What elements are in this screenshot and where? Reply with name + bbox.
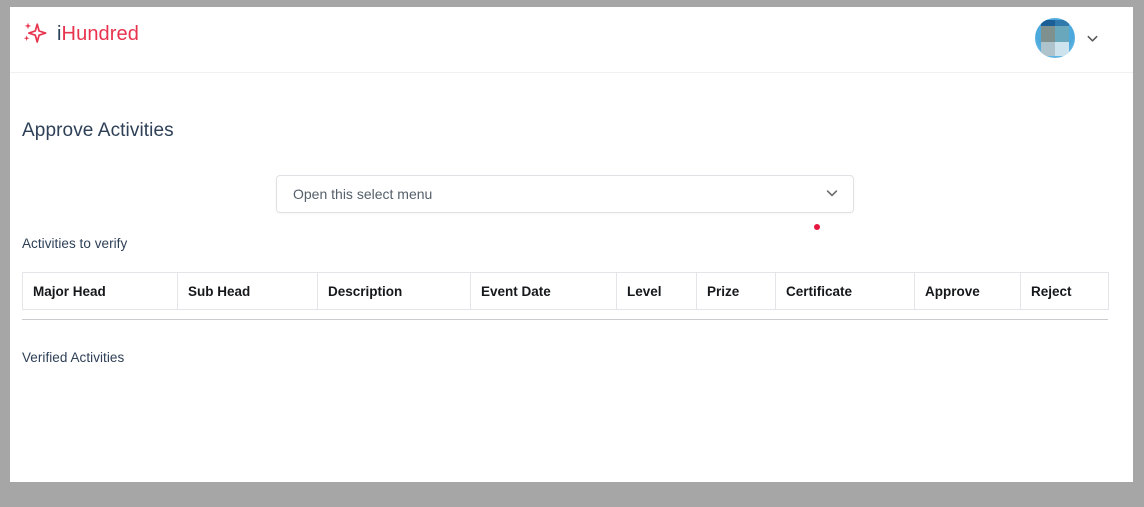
column-header-description[interactable]: Description [317, 272, 471, 310]
chevron-down-icon[interactable] [1086, 32, 1099, 45]
avatar-pixel [1041, 26, 1055, 42]
browser-frame: iHundred Approve Activities Open this se… [0, 0, 1144, 507]
avatar-image [1041, 20, 1069, 56]
brand-title-suffix: Hundred [61, 23, 139, 45]
column-header-sub-head[interactable]: Sub Head [177, 272, 318, 310]
avatar-circle [1035, 18, 1075, 58]
brand-logo-link[interactable]: iHundred [22, 21, 139, 47]
brand-title: iHundred [57, 24, 139, 44]
column-header-level[interactable]: Level [616, 272, 697, 310]
section-divider [22, 319, 1108, 320]
top-navbar: iHundred [10, 7, 1133, 73]
column-header-prize[interactable]: Prize [696, 272, 776, 310]
avatar-pixel [1041, 42, 1055, 56]
column-header-reject[interactable]: Reject [1020, 272, 1109, 310]
column-header-major-head[interactable]: Major Head [22, 272, 178, 310]
activities-table-wrapper: Major Head Sub Head Description Event Da… [22, 272, 1109, 310]
account-menu-trigger[interactable] [1035, 18, 1099, 58]
table-header-row: Major Head Sub Head Description Event Da… [22, 272, 1109, 310]
red-dot-indicator [814, 224, 820, 230]
chevron-down-icon [825, 186, 839, 203]
avatar-pixel [1055, 26, 1069, 42]
activities-table: Major Head Sub Head Description Event Da… [22, 272, 1109, 310]
page-title: Approve Activities [22, 120, 174, 141]
avatar-pixel [1055, 42, 1069, 56]
page-viewport: iHundred Approve Activities Open this se… [10, 7, 1133, 482]
activity-select-label: Open this select menu [293, 186, 433, 202]
column-header-certificate[interactable]: Certificate [775, 272, 915, 310]
main-content: Approve Activities Open this select menu… [10, 73, 1133, 482]
avatar[interactable] [1035, 18, 1075, 58]
activity-select[interactable]: Open this select menu [276, 175, 854, 213]
activity-select-wrapper: Open this select menu [276, 175, 854, 213]
column-header-event-date[interactable]: Event Date [470, 272, 617, 310]
activities-to-verify-caption: Activities to verify [22, 236, 128, 251]
verified-activities-caption: Verified Activities [22, 350, 125, 365]
column-header-approve[interactable]: Approve [914, 272, 1021, 310]
activities-table-head: Major Head Sub Head Description Event Da… [22, 272, 1109, 310]
sparkle-icon [22, 21, 48, 47]
